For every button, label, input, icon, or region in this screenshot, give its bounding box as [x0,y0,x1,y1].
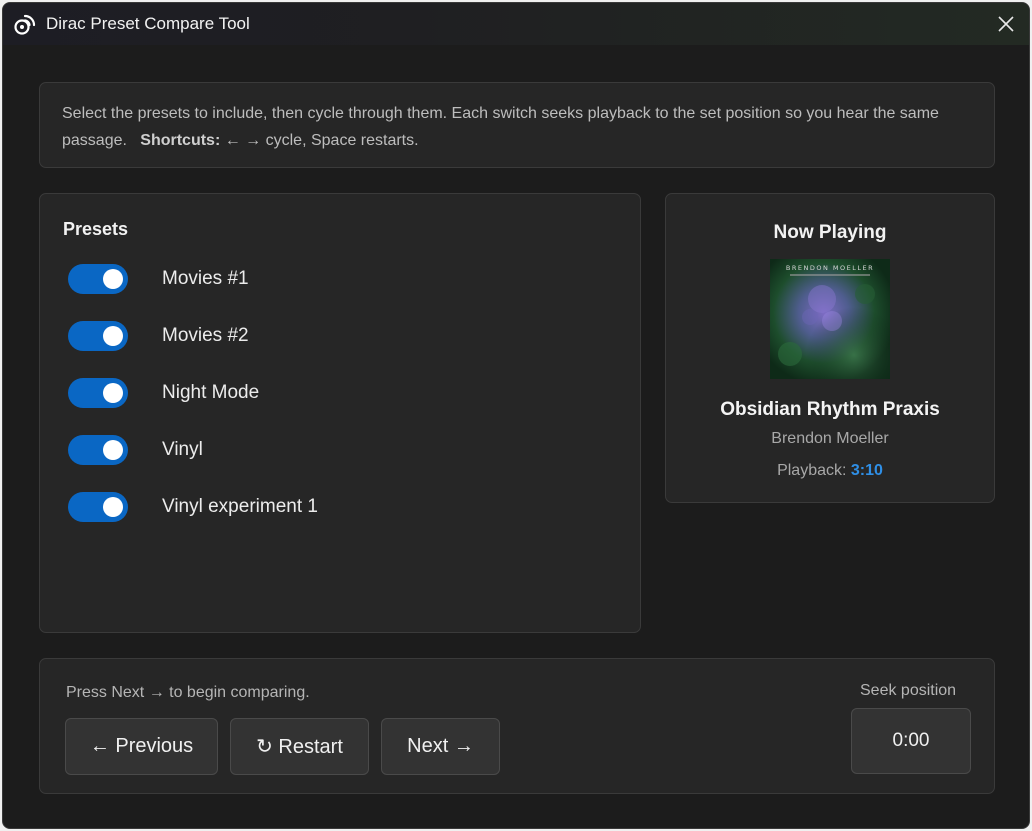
restart-button[interactable]: ↻ Restart [230,718,369,775]
preset-label: Vinyl experiment 1 [162,496,318,517]
seek-position-field[interactable]: 0:00 [851,708,971,774]
seek-position-label: Seek position [860,682,957,699]
preset-label: Movies #2 [162,325,249,346]
album-art-title: BRENDON MOELLER [786,264,874,272]
shortcuts-label: Shortcuts: [140,132,221,149]
hint-text: Press Next → to begin comparing. [66,684,310,701]
preset-toggle[interactable] [68,264,128,294]
track-title: Obsidian Rhythm Praxis [720,399,940,420]
preset-row-night-mode[interactable]: Night Mode [68,378,259,408]
preset-label: Night Mode [162,382,260,403]
preset-row-vinyl[interactable]: Vinyl [68,435,203,465]
preset-toggle[interactable] [68,492,128,522]
next-button[interactable]: Next → [381,718,500,775]
preset-row-movies-1[interactable]: Movies #1 [68,264,249,294]
toggle-knob [103,497,123,517]
artist-name: Brendon Moeller [771,430,889,447]
preset-row-movies-2[interactable]: Movies #2 [68,321,249,351]
previous-button[interactable]: ← Previous [65,718,218,775]
close-button[interactable] [991,9,1021,39]
preset-toggle[interactable] [68,435,128,465]
preset-label: Vinyl [162,439,203,460]
now-playing-title: Now Playing [773,222,887,243]
presets-panel: Presets Movies #1 Movies #2 Night Mode V… [39,193,641,633]
presets-title: Presets [63,219,129,239]
app-window: Dirac Preset Compare Tool Select the pre… [2,2,1030,829]
title-bar: Dirac Preset Compare Tool [3,3,1029,45]
close-icon [998,16,1014,32]
controls-panel: Press Next → to begin comparing. ← Previ… [39,658,995,794]
preset-label: Movies #1 [162,268,249,289]
toggle-knob [103,326,123,346]
toggle-knob [103,440,123,460]
playback-label: Playback: [777,462,847,479]
preset-toggle[interactable] [68,321,128,351]
playback-position: Playback: 3:10 [666,462,994,480]
instructions-panel: Select the presets to include, then cycl… [39,82,995,168]
playback-time: 3:10 [850,462,883,479]
window-title: Dirac Preset Compare Tool [46,14,250,33]
app-logo-icon [14,14,36,35]
album-cover: BRENDON MOELLER [770,259,890,379]
toggle-knob [103,269,123,289]
toggle-knob [103,383,123,403]
preset-row-vinyl-experiment-1[interactable]: Vinyl experiment 1 [68,492,318,522]
shortcuts-text: ← → cycle, Space restarts. [224,132,419,149]
now-playing-panel: Now Playing BRENDON MOELLER Obsidian Rhy… [665,193,995,503]
preset-toggle[interactable] [68,378,128,408]
